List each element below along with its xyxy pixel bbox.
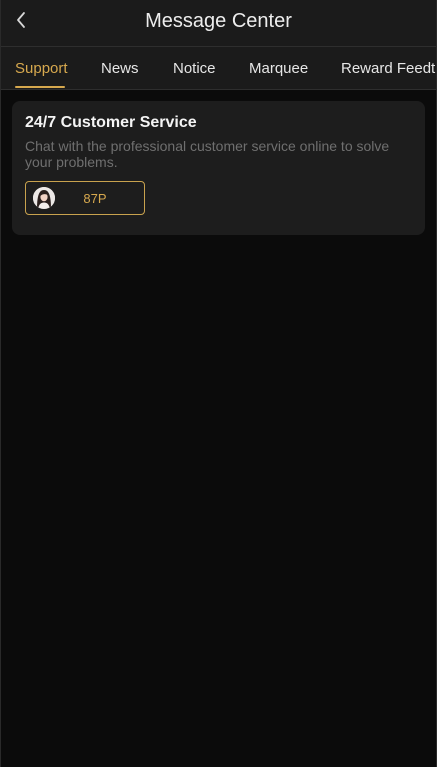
agent-avatar: [33, 187, 55, 209]
tab-reward-feedback[interactable]: Reward Feedt: [341, 60, 435, 78]
agent-label: 87P: [83, 191, 107, 206]
header-bar: Message Center: [1, 0, 436, 47]
active-tab-indicator: [15, 86, 65, 88]
tab-notice[interactable]: Notice: [173, 60, 216, 78]
tab-bar: Support News Notice Marquee Reward Feedt: [1, 47, 436, 90]
card-title: 24/7 Customer Service: [25, 114, 197, 131]
app-window: Message Center Support News Notice Marqu…: [0, 0, 437, 767]
tab-support[interactable]: Support: [15, 60, 68, 78]
card-description: Chat with the professional customer serv…: [25, 138, 390, 170]
page-title: Message Center: [145, 10, 292, 32]
tab-marquee[interactable]: Marquee: [249, 60, 308, 78]
agent-chat-button[interactable]: 87P: [25, 181, 145, 215]
tab-news[interactable]: News: [101, 60, 139, 78]
customer-service-card: 24/7 Customer Service Chat with the prof…: [12, 101, 425, 235]
